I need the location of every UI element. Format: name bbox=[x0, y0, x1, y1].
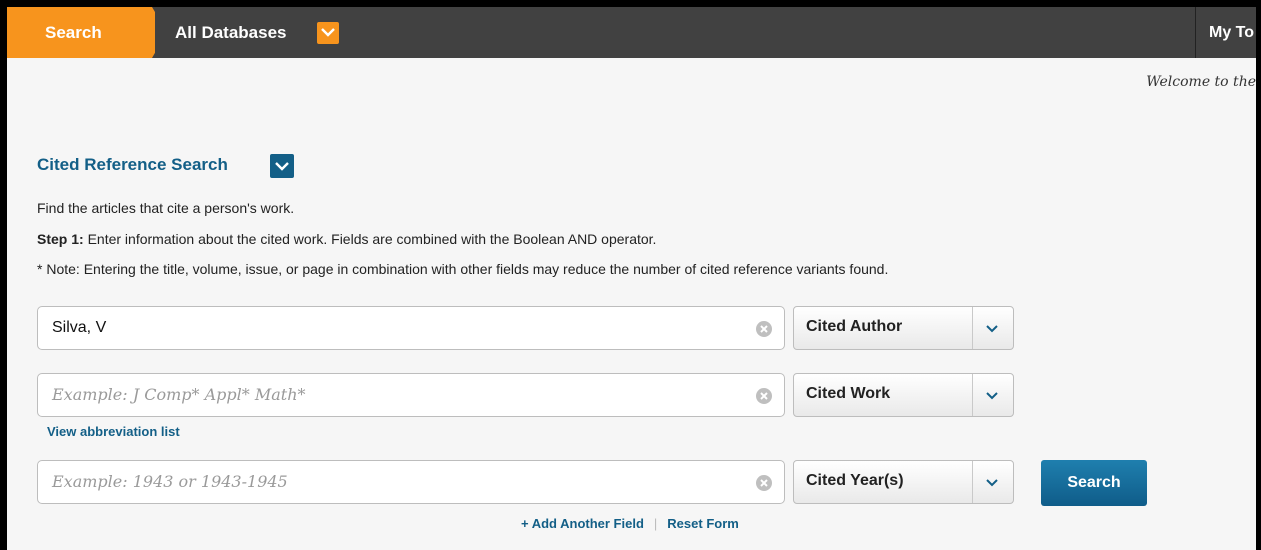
clear-icon[interactable] bbox=[756, 321, 772, 337]
reset-form-link[interactable]: Reset Form bbox=[667, 516, 739, 531]
cited-year-input[interactable]: Example: 1943 or 1943-1945 bbox=[37, 460, 785, 504]
separator: | bbox=[653, 516, 658, 531]
view-abbreviation-list-link[interactable]: View abbreviation list bbox=[47, 424, 180, 439]
cited-author-value: Silva, V bbox=[52, 319, 107, 336]
page-title[interactable]: Cited Reference Search bbox=[37, 155, 228, 175]
field-type-select-2[interactable]: Cited Work bbox=[793, 373, 1014, 417]
x-icon bbox=[760, 479, 768, 487]
search-type-dropdown-button[interactable] bbox=[270, 154, 294, 178]
chevron-down-icon bbox=[986, 392, 998, 400]
note-text: * Note: Entering the title, volume, issu… bbox=[37, 261, 889, 277]
app-frame: Search All Databases My To Welcome to th… bbox=[7, 7, 1256, 550]
cited-work-input[interactable]: Example: J Comp* Appl* Math* bbox=[37, 373, 785, 417]
chevron-down-icon bbox=[986, 325, 998, 333]
form-actions: + Add Another Field | Reset Form bbox=[521, 516, 739, 531]
cited-year-placeholder: Example: 1943 or 1943-1945 bbox=[52, 472, 288, 491]
chevron-down-icon bbox=[275, 162, 289, 171]
field-type-select-1[interactable]: Cited Author bbox=[793, 306, 1014, 350]
cited-author-input[interactable]: Silva, V bbox=[37, 306, 785, 350]
step-instructions: Step 1: Enter information about the cite… bbox=[37, 231, 656, 247]
step-label: Step 1: bbox=[37, 231, 84, 247]
my-tools-menu[interactable]: My To bbox=[1209, 7, 1254, 58]
divider bbox=[972, 461, 973, 503]
chevron-down-icon bbox=[986, 479, 998, 487]
chevron-down-icon bbox=[321, 28, 335, 37]
search-button[interactable]: Search bbox=[1041, 460, 1147, 506]
database-label[interactable]: All Databases bbox=[175, 7, 287, 58]
intro-text: Find the articles that cite a person's w… bbox=[37, 200, 295, 216]
clear-icon[interactable] bbox=[756, 475, 772, 491]
step-text: Enter information about the cited work. … bbox=[87, 231, 657, 247]
clear-icon[interactable] bbox=[756, 388, 772, 404]
search-tab-label: Search bbox=[7, 7, 155, 58]
field-type-label: Cited Year(s) bbox=[806, 472, 904, 489]
field-type-label: Cited Author bbox=[806, 318, 903, 335]
welcome-text: Welcome to the bbox=[1146, 74, 1256, 90]
x-icon bbox=[760, 392, 768, 400]
x-icon bbox=[760, 325, 768, 333]
divider bbox=[972, 374, 973, 416]
top-navigation-bar: Search All Databases My To bbox=[7, 7, 1256, 58]
add-another-field-link[interactable]: + Add Another Field bbox=[521, 516, 644, 531]
divider bbox=[1195, 7, 1196, 58]
database-dropdown-button[interactable] bbox=[317, 22, 339, 44]
field-type-label: Cited Work bbox=[806, 385, 891, 402]
field-type-select-3[interactable]: Cited Year(s) bbox=[793, 460, 1014, 504]
search-tab[interactable]: Search bbox=[7, 7, 169, 58]
divider bbox=[972, 307, 973, 349]
cited-work-placeholder: Example: J Comp* Appl* Math* bbox=[52, 385, 306, 404]
